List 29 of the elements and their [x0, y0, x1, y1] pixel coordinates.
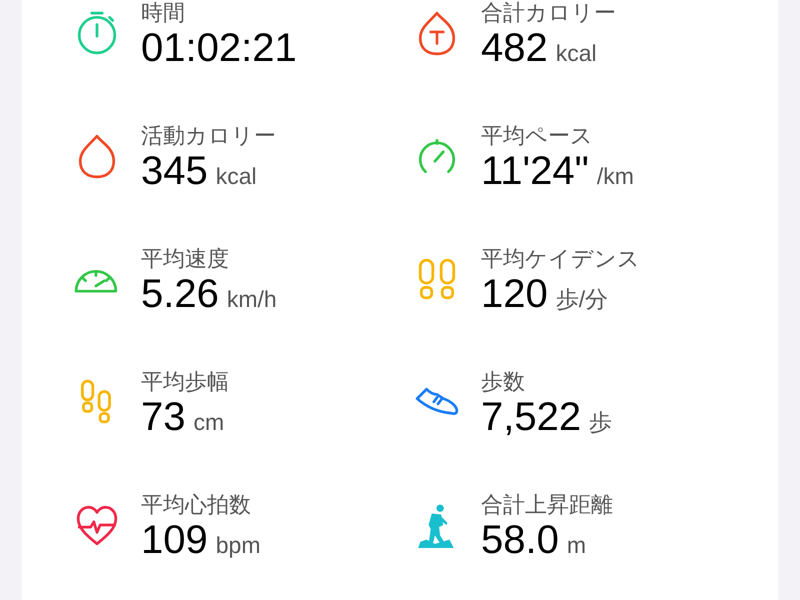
metric-value: 120 — [481, 272, 548, 316]
metric-unit: bpm — [216, 532, 260, 559]
metric-label: 平均歩幅 — [141, 369, 229, 395]
metric-label: 平均速度 — [141, 246, 230, 272]
metric-unit: /km — [596, 163, 634, 190]
metric-label: 歩数 — [481, 369, 526, 395]
metric-label: 平均ケイデンス — [481, 246, 640, 272]
metric-value: 73 — [141, 395, 186, 439]
metric-label: 合計上昇距離 — [481, 492, 613, 518]
metric-label: 活動カロリー — [141, 123, 276, 149]
metric-label: 合計カロリー — [481, 0, 616, 26]
metric-label: 平均心拍数 — [141, 492, 252, 518]
metric-unit: kcal — [216, 163, 257, 190]
metric-value: 01:02:21 — [141, 26, 297, 70]
metric-unit: kcal — [556, 40, 597, 67]
metric-unit: cm — [194, 409, 224, 436]
metric-unit: km/h — [226, 286, 277, 313]
metric-value: 109 — [141, 518, 208, 562]
metric-value: 11'24" — [481, 149, 589, 193]
metric-value: 5.26 — [141, 272, 219, 316]
metric-value: 7,522 — [481, 395, 582, 439]
metric-value: 58.0 — [481, 518, 559, 562]
metric-label: 時間 — [141, 0, 186, 26]
metric-unit: 歩/分 — [556, 285, 608, 314]
metric-value: 482 — [481, 26, 548, 70]
metric-label: 平均ペース — [481, 123, 594, 149]
metric-unit: m — [566, 532, 586, 559]
metric-unit: 歩 — [589, 408, 612, 437]
metric-value: 345 — [141, 149, 208, 193]
